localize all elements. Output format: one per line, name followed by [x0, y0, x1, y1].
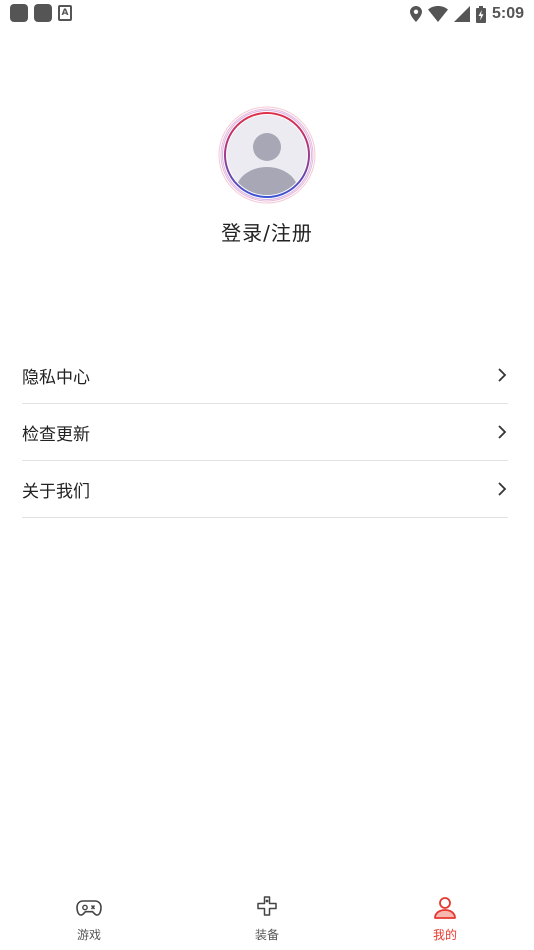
menu-item-label: 检查更新 — [22, 424, 90, 445]
status-bar: A 5:09 — [0, 0, 534, 28]
dpad-icon — [257, 896, 277, 916]
wifi-icon — [427, 6, 448, 22]
menu-item-label: 关于我们 — [22, 481, 90, 502]
notification-app-icon — [10, 4, 28, 22]
system-icons: 5:09 — [409, 3, 524, 25]
person-icon — [434, 897, 456, 919]
login-register-link[interactable]: 登录/注册 — [0, 217, 534, 246]
nav-tab-equipment[interactable]: 装备 — [178, 890, 356, 950]
nav-label: 装备 — [254, 928, 279, 942]
battery-icon — [475, 5, 486, 23]
nav-tab-mine[interactable]: 我的 — [356, 890, 534, 950]
profile-screen: A 5:09 登录/注册 隐私中心 检查更新 关于我们 游戏 装备 我的 — [0, 0, 534, 950]
avatar-ring-graphic — [218, 106, 316, 204]
notification-app-icon — [34, 4, 52, 22]
location-icon — [409, 6, 422, 22]
notification-letter-icon: A — [58, 5, 72, 21]
clock: 5:09 — [491, 5, 524, 22]
gamepad-icon — [76, 900, 102, 916]
signal-icon — [453, 6, 470, 22]
chevron-right-icon — [498, 425, 507, 439]
menu-item-about-us[interactable]: 关于我们 — [22, 461, 508, 518]
notification-icons: A — [10, 4, 72, 22]
nav-label: 游戏 — [76, 928, 101, 942]
bottom-navigation: 游戏 装备 我的 — [0, 890, 534, 950]
menu-item-check-update[interactable]: 检查更新 — [22, 404, 508, 461]
nav-tab-games[interactable]: 游戏 — [0, 890, 178, 950]
nav-label: 我的 — [432, 928, 457, 942]
settings-menu: 隐私中心 检查更新 关于我们 — [0, 347, 534, 518]
menu-item-label: 隐私中心 — [22, 367, 90, 388]
avatar[interactable] — [217, 105, 317, 205]
chevron-right-icon — [498, 482, 507, 496]
chevron-right-icon — [498, 368, 507, 382]
menu-item-privacy-center[interactable]: 隐私中心 — [22, 347, 508, 404]
